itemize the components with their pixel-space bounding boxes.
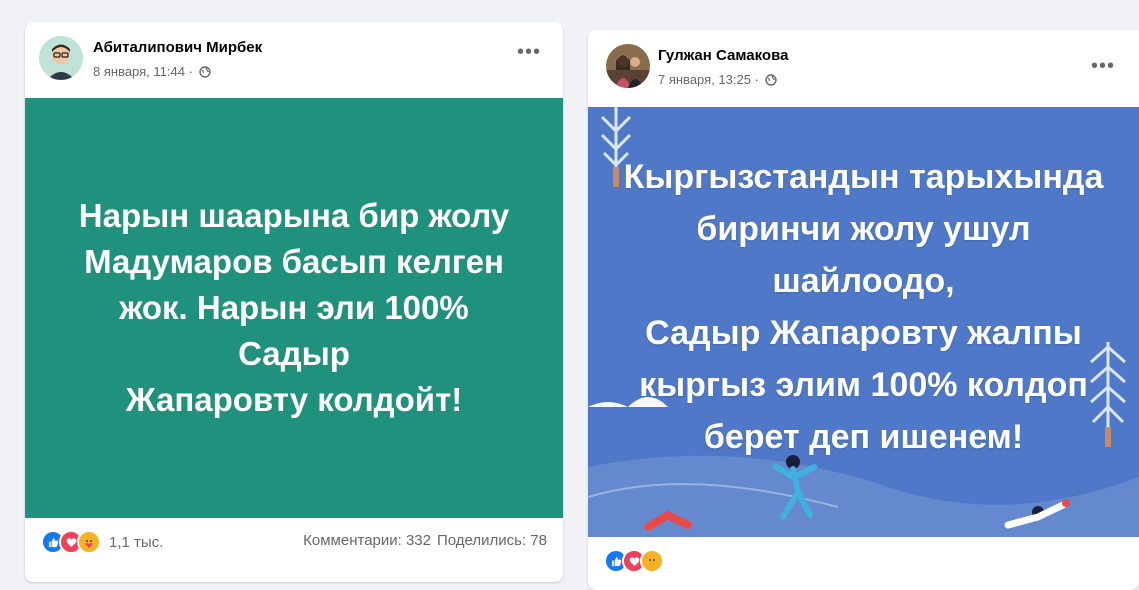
comments-count[interactable]: Комментарии: 332 [303,532,431,549]
post-timestamp[interactable]: 7 января, 13:25 · [658,72,777,89]
post-card: Гулжан Самакова 7 января, 13:25 · ••• Кы… [588,30,1139,590]
author-name[interactable]: Абиталипович Мирбек [93,39,262,56]
post-footer [588,537,1139,585]
shares-count[interactable]: Поделились: 78 [437,532,547,549]
author-name[interactable]: Гулжан Самакова [658,47,788,64]
post-header: Абиталипович Мирбек 8 января, 11:44 · ••… [25,22,563,98]
author-avatar[interactable] [39,36,83,80]
reactions-count[interactable]: 1,1 тыс. [109,534,163,551]
care-icon [640,549,664,573]
post-image[interactable]: Кыргызстандын тарыхында биринчи жолу ушу… [588,107,1139,537]
reactions-summary[interactable] [604,549,664,573]
post-date[interactable]: 7 января, 13:25 · [658,72,759,87]
post-timestamp[interactable]: 8 января, 11:44 · [93,64,211,81]
post-card: Абиталипович Мирбек 8 января, 11:44 · ••… [25,22,563,582]
post-footer: 1,1 тыс. Комментарии: 332 Поделились: 78 [25,518,563,566]
more-options-icon[interactable]: ••• [1091,56,1115,76]
engagement-counts: Комментарии: 332 Поделились: 78 [303,532,547,549]
post-date[interactable]: 8 января, 11:44 · [93,64,193,79]
globe-icon [764,74,777,89]
more-options-icon[interactable]: ••• [517,42,541,62]
globe-icon [198,66,211,81]
reactions-summary[interactable]: 1,1 тыс. [41,530,163,554]
post-header: Гулжан Самакова 7 января, 13:25 · ••• [588,30,1139,106]
post-image-text: Кыргызстандын тарыхында биринчи жолу ушу… [623,158,1104,456]
author-avatar[interactable] [606,44,650,88]
care-icon [77,530,101,554]
post-image[interactable]: Нарын шаарына бир жолу Мадумаров басып к… [25,98,563,518]
post-image-text: Нарын шаарына бир жолу Мадумаров басып к… [78,197,510,418]
